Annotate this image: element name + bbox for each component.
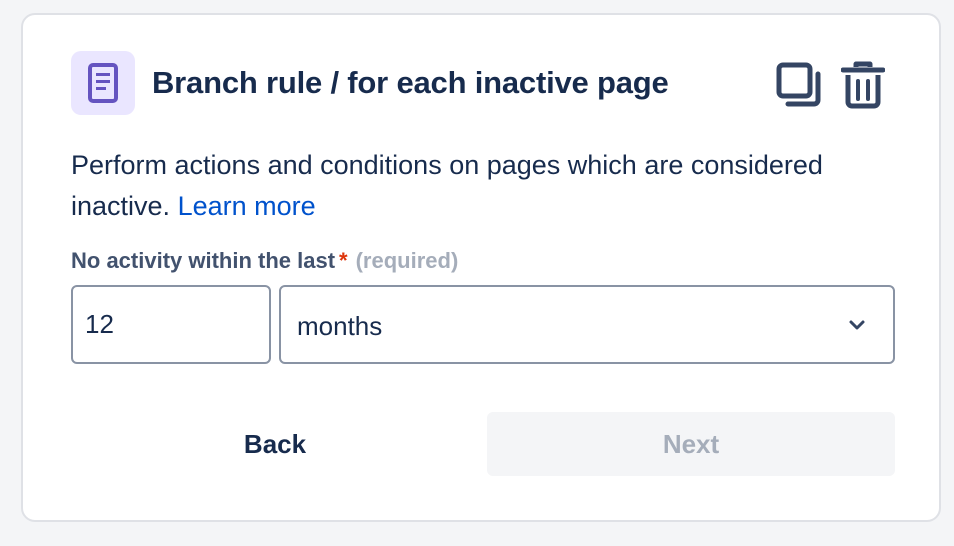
inactivity-amount-input[interactable] [71,285,271,364]
field-label-text: No activity within the last [71,248,336,273]
required-asterisk: * [339,248,348,273]
time-unit-value: months [297,311,383,341]
learn-more-link[interactable]: Learn more [178,191,316,221]
branch-rule-card: Branch rule / for each inactive page Per… [21,13,941,522]
copy-button[interactable] [775,61,823,109]
rule-description: Perform actions and conditions on pages … [71,145,901,227]
card-header: Branch rule / for each inactive page [71,51,891,115]
back-button[interactable]: Back [71,412,479,476]
time-unit-select[interactable]: months [279,285,895,364]
chevron-down-icon [849,320,865,330]
rule-title: Branch rule / for each inactive page [152,65,669,100]
delete-button[interactable] [839,61,887,109]
copy-icon [776,62,821,107]
trash-icon [841,61,885,109]
page-document-icon [71,51,135,115]
inactivity-field-label: No activity within the last * (required) [71,248,458,274]
required-hint: (required) [355,248,459,273]
next-button: Next [487,412,895,476]
